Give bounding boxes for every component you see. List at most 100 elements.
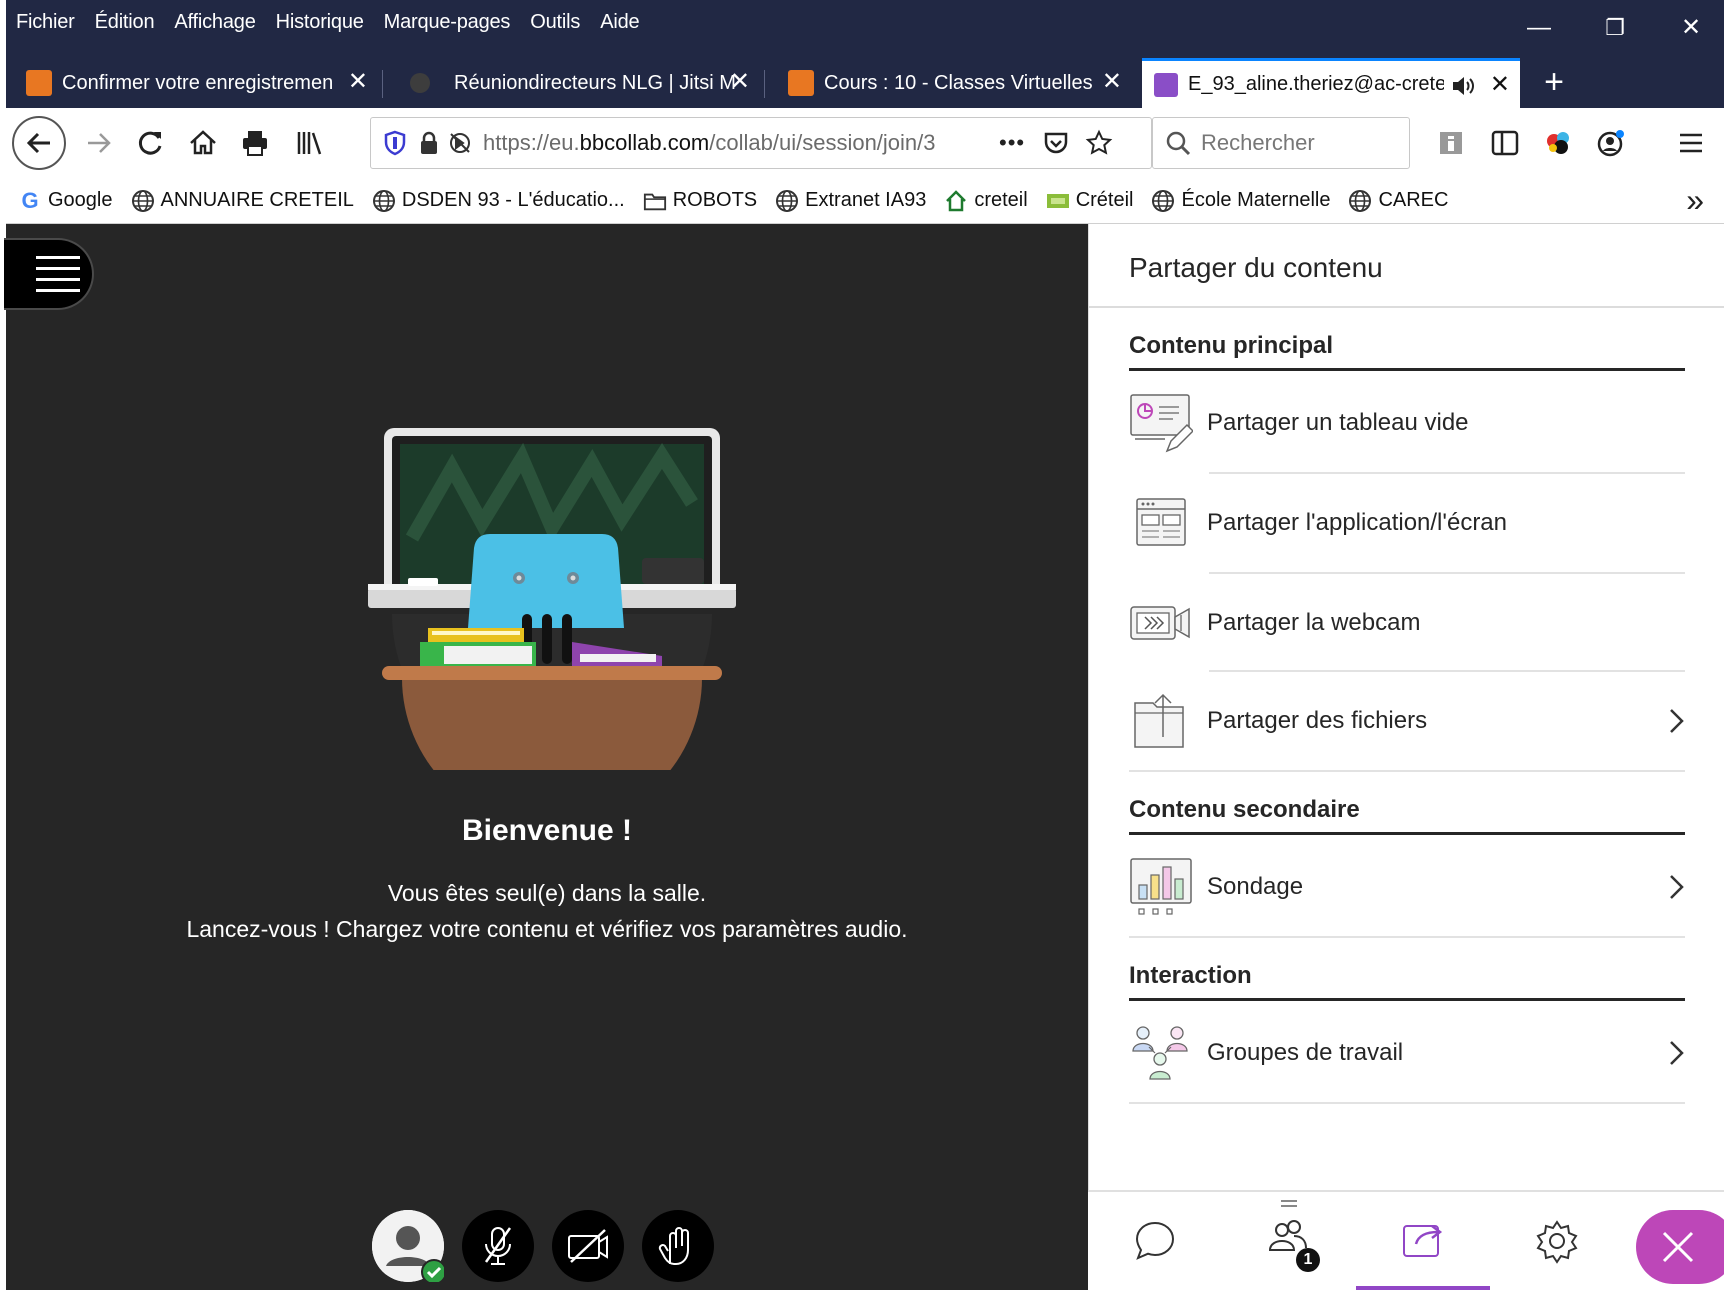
bookmark-label: ROBOTS [672, 189, 758, 211]
avatar-icon [372, 1210, 444, 1282]
reload-button[interactable] [126, 118, 176, 168]
globe-icon [372, 189, 396, 213]
tab-close-icon[interactable]: ✕ [730, 68, 750, 96]
menu-affichage[interactable]: Affichage [174, 11, 255, 34]
tab-cours[interactable]: Cours : 10 - Classes Virtuelles ✕ [776, 58, 1132, 108]
tab-jitsi[interactable]: Réuniondirecteurs NLG | Jitsi M ✕ [398, 58, 760, 108]
forward-button[interactable] [74, 118, 124, 168]
tab-label: Confirmer votre enregistremen [62, 71, 334, 94]
minimize-button[interactable]: — [1514, 8, 1564, 48]
menu-outils[interactable]: Outils [530, 11, 580, 34]
share-whiteboard-label: Partager un tableau vide [1207, 409, 1469, 436]
avatar-status-button[interactable] [372, 1210, 444, 1282]
new-tab-button[interactable]: + [1534, 60, 1574, 104]
poll-item[interactable]: Sondage [1129, 838, 1685, 936]
browser-chrome: Fichier Édition Affichage Historique Mar… [6, 0, 1724, 224]
speaker-icon[interactable] [1450, 73, 1476, 99]
extension-button[interactable] [1426, 118, 1476, 168]
share-content-tab[interactable] [1356, 1192, 1490, 1290]
close-panel-button[interactable] [1636, 1210, 1724, 1284]
pocket-icon[interactable] [1043, 131, 1069, 155]
url-text[interactable]: https://eu.bbcollab.com/collab/ui/sessio… [483, 130, 993, 156]
url-prefix: https://eu. [483, 130, 580, 155]
window-close-button[interactable]: ✕ [1666, 8, 1716, 48]
bookmark-star-icon[interactable] [1085, 129, 1113, 157]
bookmark-carec[interactable]: CAREC [1348, 189, 1448, 213]
tab-close-icon[interactable]: ✕ [1102, 68, 1122, 96]
bookmark-robots[interactable]: ROBOTS [643, 189, 757, 213]
breakout-groups-item[interactable]: Groupes de travail [1129, 1004, 1685, 1102]
menu-marque-pages[interactable]: Marque-pages [384, 11, 511, 34]
tab-close-icon[interactable]: ✕ [1490, 71, 1510, 99]
divider [1129, 770, 1685, 772]
jitsi-favicon-icon [410, 73, 430, 93]
library-icon [297, 132, 322, 155]
app-menu-button[interactable] [1666, 118, 1716, 168]
bookmark-ecole-maternelle[interactable]: École Maternelle [1151, 189, 1330, 213]
bookmark-annuaire[interactable]: ANNUAIRE CRETEIL [131, 189, 354, 213]
settings-tab[interactable] [1490, 1192, 1624, 1290]
breakout-groups-icon [1132, 1026, 1188, 1080]
menu-line [36, 267, 80, 270]
moodle-favicon-icon [788, 70, 814, 96]
arrow-right-icon [88, 133, 111, 153]
menu-fichier[interactable]: Fichier [16, 11, 75, 34]
globe-icon [1348, 189, 1372, 213]
bookmarks-overflow-button[interactable]: » [1686, 182, 1704, 218]
page-actions-button[interactable]: ••• [999, 130, 1025, 156]
extension-icon [1440, 132, 1462, 154]
bookmark-google[interactable]: G Google [18, 187, 112, 213]
account-button[interactable] [1586, 118, 1636, 168]
library-button[interactable] [284, 118, 334, 168]
print-button[interactable] [230, 118, 280, 168]
camera-toggle-button[interactable] [552, 1210, 624, 1282]
url-domain: bbcollab.com [579, 130, 710, 155]
menu-edition[interactable]: Édition [95, 11, 155, 34]
bookmark-label: creteil [974, 189, 1028, 211]
back-button[interactable] [12, 116, 66, 170]
microphone-toggle-button[interactable] [462, 1210, 534, 1282]
share-arrow-icon [1403, 1225, 1443, 1257]
tab-close-icon[interactable]: ✕ [348, 68, 368, 96]
share-webcam-item[interactable]: Partager la webcam [1129, 574, 1685, 672]
search-icon [1166, 131, 1191, 156]
tab-confirmer[interactable]: Confirmer votre enregistremen ✕ [14, 58, 378, 108]
autoplay-blocked-icon[interactable] [447, 130, 473, 156]
arrow-left-icon [26, 132, 50, 154]
menu-historique[interactable]: Historique [276, 11, 364, 34]
raise-hand-icon [658, 1227, 689, 1265]
menu-aide[interactable]: Aide [600, 11, 639, 34]
share-app-screen-item[interactable]: Partager l'application/l'écran [1129, 474, 1685, 572]
menu-bar: Fichier Édition Affichage Historique Mar… [6, 0, 649, 44]
google-icon: G [21, 187, 39, 213]
bookmark-label: Créteil [1075, 189, 1134, 211]
share-whiteboard-item[interactable]: Partager un tableau vide [1129, 374, 1685, 472]
search-bar[interactable]: Rechercher [1152, 117, 1410, 169]
raise-hand-button[interactable] [642, 1210, 714, 1282]
tab-label: Cours : 10 - Classes Virtuelles [824, 71, 1093, 94]
welcome-message-line2: Lancez-vous ! Chargez votre contenu et v… [186, 916, 908, 942]
share-files-item[interactable]: Partager des fichiers [1129, 672, 1685, 770]
bookmark-extranet[interactable]: Extranet IA93 [775, 189, 926, 213]
bar-chart-icon [1130, 858, 1192, 915]
chat-tab[interactable] [1088, 1192, 1222, 1290]
section-primary-content: Contenu principal [1129, 332, 1685, 371]
file-upload-icon [1134, 693, 1184, 748]
extension-colors-button[interactable] [1534, 118, 1584, 168]
home-button[interactable] [178, 118, 228, 168]
camera-off-icon [568, 1229, 608, 1263]
bookmark-creteil[interactable]: Créteil [1046, 189, 1134, 213]
color-blobs-icon [1547, 132, 1569, 154]
bookmark-creteil-lower[interactable]: creteil [944, 189, 1028, 213]
collab-favicon-icon [1154, 72, 1178, 97]
restore-button[interactable]: ❐ [1590, 8, 1640, 48]
image-icon [1046, 189, 1070, 213]
bookmark-dsden[interactable]: DSDEN 93 - L'éducatio... [372, 189, 625, 213]
url-bar[interactable]: https://eu.bbcollab.com/collab/ui/sessio… [370, 117, 1152, 169]
tab-collab-active[interactable]: E_93_aline.theriez@ac-crete ✕ [1142, 58, 1520, 108]
session-menu-button[interactable] [4, 238, 94, 310]
attendees-tab[interactable]: 1 [1222, 1192, 1356, 1290]
bookmark-label: CAREC [1378, 189, 1449, 211]
menu-line [36, 289, 80, 292]
sidebar-button[interactable] [1480, 118, 1530, 168]
